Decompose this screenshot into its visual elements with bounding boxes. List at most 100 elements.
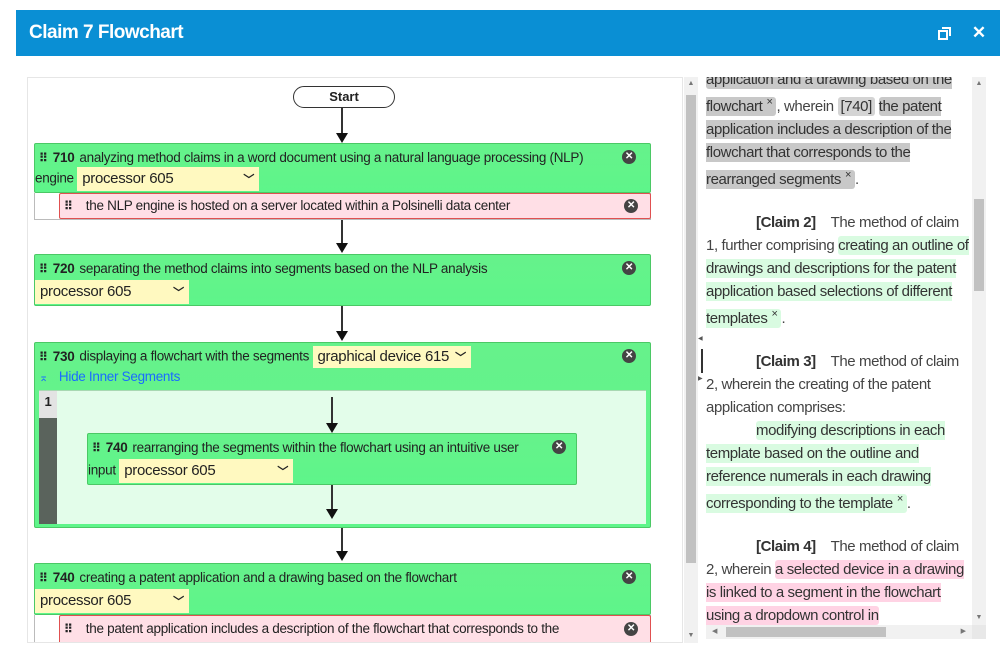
device-dropdown-value: graphical device 615	[317, 348, 450, 365]
sub-segment-container: ⠿ the patent application includes a descr…	[34, 615, 651, 642]
remove-highlight-icon[interactable]: ×	[766, 96, 772, 108]
connector	[331, 397, 333, 425]
collapse-right-icon[interactable]: ▶	[698, 375, 703, 382]
splitter-grip[interactable]	[701, 349, 703, 373]
hide-inner-segments-toggle[interactable]: ⌅ Hide Inner Segments	[35, 368, 650, 387]
close-icon[interactable]: ✕	[968, 22, 990, 44]
segment-text: separating the method claims into segmen…	[79, 261, 488, 276]
pane-splitter[interactable]: ◀ ▶	[698, 77, 706, 643]
remove-segment-icon[interactable]: ✕	[622, 570, 636, 584]
arrow-head	[336, 133, 348, 143]
drag-handle-icon[interactable]: ⠿	[39, 569, 48, 587]
segment-710[interactable]: ⠿ 710 analyzing method claims in a word do…	[34, 143, 651, 193]
connector	[341, 306, 343, 332]
device-dropdown-value: processor 605	[82, 170, 174, 187]
chevron-down-icon: ﹀	[173, 596, 184, 608]
device-dropdown[interactable]: graphical device 615 ﹀	[312, 346, 471, 368]
window-titlebar: Claim 7 Flowchart ✕	[16, 10, 1000, 56]
arrow-head	[336, 331, 348, 341]
segment-text-cont: engine	[35, 170, 74, 186]
remove-highlight-icon[interactable]: ×	[897, 493, 903, 505]
segment-number: 740	[105, 440, 128, 455]
scrollbar-thumb[interactable]	[726, 627, 886, 637]
drag-handle-icon[interactable]: ⠿	[39, 260, 48, 278]
sub-segment-container: ⠿ the NLP engine is hosted on a server lo…	[34, 193, 651, 220]
connector	[341, 220, 343, 244]
segment-740-inner[interactable]: ⠿ 740 rearranging the segments within the …	[87, 433, 577, 485]
device-dropdown[interactable]: processor 605 ﹀	[35, 280, 189, 304]
segment-text-cont: input	[88, 462, 116, 478]
inner-branch-index: 1	[39, 391, 57, 418]
device-dropdown[interactable]: processor 605 ﹀	[77, 167, 260, 191]
flowchart-pane: Start ⠿ 710 analyzing method claims in a w…	[27, 77, 683, 643]
remove-segment-icon[interactable]: ✕	[552, 440, 566, 454]
claim-label: [Claim 2]	[756, 214, 816, 231]
scroll-left-icon[interactable]: ◀	[712, 625, 717, 639]
connector	[341, 108, 343, 134]
scroll-up-icon[interactable]: ▲	[972, 77, 986, 91]
arrow-head	[326, 509, 338, 519]
collapse-left-icon[interactable]: ◀	[698, 335, 703, 342]
plain-text: .	[781, 310, 786, 327]
arrow-head	[336, 243, 348, 253]
sub-segment[interactable]: ⠿ the NLP engine is hosted on a server lo…	[59, 193, 651, 219]
remove-segment-icon[interactable]: ✕	[622, 150, 636, 164]
remove-highlight-icon[interactable]: ×	[771, 308, 777, 320]
segment-text: creating a patent application and a draw…	[79, 570, 457, 585]
chevron-down-icon: ﹀	[455, 352, 466, 364]
chevron-down-icon: ﹀	[243, 174, 255, 186]
device-dropdown[interactable]: processor 605 ﹀	[35, 589, 189, 613]
claim-paragraph: application and a drawing based on the f…	[706, 77, 972, 191]
claim-label: [Claim 4]	[756, 538, 816, 555]
scroll-down-icon[interactable]: ▼	[684, 629, 698, 643]
scrollbar-thumb[interactable]	[686, 95, 696, 563]
claim-paragraph: [Claim 3] The method of claim 2, wherein…	[706, 350, 972, 515]
drag-handle-icon[interactable]: ⠿	[64, 197, 73, 215]
remove-sub-segment-icon[interactable]: ✕	[624, 622, 638, 636]
device-dropdown-value: processor 605	[40, 283, 132, 300]
document-vertical-scrollbar[interactable]: ▲ ▼	[972, 77, 986, 625]
segment-number: 730	[52, 348, 75, 364]
sub-segment-text: the NLP engine is hosted on a server loc…	[85, 198, 511, 213]
restore-window-icon[interactable]	[934, 22, 956, 44]
hide-inner-segments-label: Hide Inner Segments	[58, 369, 181, 384]
device-dropdown[interactable]: processor 605 ﹀	[119, 459, 294, 483]
remove-highlight-icon[interactable]: ×	[845, 169, 851, 181]
segment-text: rearranging the segments within the flow…	[132, 440, 519, 455]
scroll-up-icon[interactable]: ▲	[684, 77, 698, 91]
device-dropdown-value: processor 605	[40, 592, 132, 609]
inner-segments-area: 1 ⠿ 740 rearranging the segments within th…	[39, 390, 646, 524]
plain-text: .	[906, 495, 911, 512]
collapse-icon: ⌅	[39, 372, 48, 384]
drag-handle-icon[interactable]: ⠿	[92, 439, 101, 457]
window-title: Claim 7 Flowchart	[29, 22, 184, 43]
sub-segment-text: the patent application includes a descri…	[85, 621, 560, 636]
scroll-right-icon[interactable]: ▶	[961, 625, 966, 639]
inner-branch-bar	[39, 418, 57, 524]
drag-handle-icon[interactable]: ⠿	[39, 348, 48, 366]
plain-text: .	[855, 171, 859, 188]
plain-text: , wherein	[776, 98, 838, 115]
document-pane: application and a drawing based on the f…	[706, 77, 972, 625]
flowchart-vertical-scrollbar[interactable]: ▲ ▼	[684, 77, 698, 643]
remove-segment-icon[interactable]: ✕	[622, 261, 636, 275]
connector	[331, 485, 333, 511]
arrow-head	[326, 423, 338, 433]
segment-number: 740	[52, 570, 75, 585]
segment-730[interactable]: ⠿ 730 displaying a flowchart with the segm…	[34, 342, 651, 528]
scrollbar-thumb[interactable]	[974, 199, 984, 291]
arrow-head	[336, 551, 348, 561]
document-horizontal-scrollbar[interactable]: ◀ ▶	[706, 625, 972, 639]
chevron-down-icon: ﹀	[277, 466, 289, 478]
device-dropdown-value: processor 605	[124, 462, 216, 479]
drag-handle-icon[interactable]: ⠿	[39, 149, 48, 167]
drag-handle-icon[interactable]: ⠿	[64, 620, 73, 638]
segment-740[interactable]: ⠿ 740 creating a patent application and a …	[34, 563, 651, 615]
segment-number: 720	[52, 261, 75, 276]
remove-segment-icon[interactable]: ✕	[622, 349, 636, 363]
scroll-down-icon[interactable]: ▼	[972, 611, 986, 625]
remove-sub-segment-icon[interactable]: ✕	[624, 199, 638, 213]
sub-segment[interactable]: ⠿ the patent application includes a descr…	[59, 615, 651, 642]
segment-720[interactable]: ⠿ 720 separating the method claims into se…	[34, 254, 651, 306]
chevron-down-icon: ﹀	[173, 287, 184, 299]
